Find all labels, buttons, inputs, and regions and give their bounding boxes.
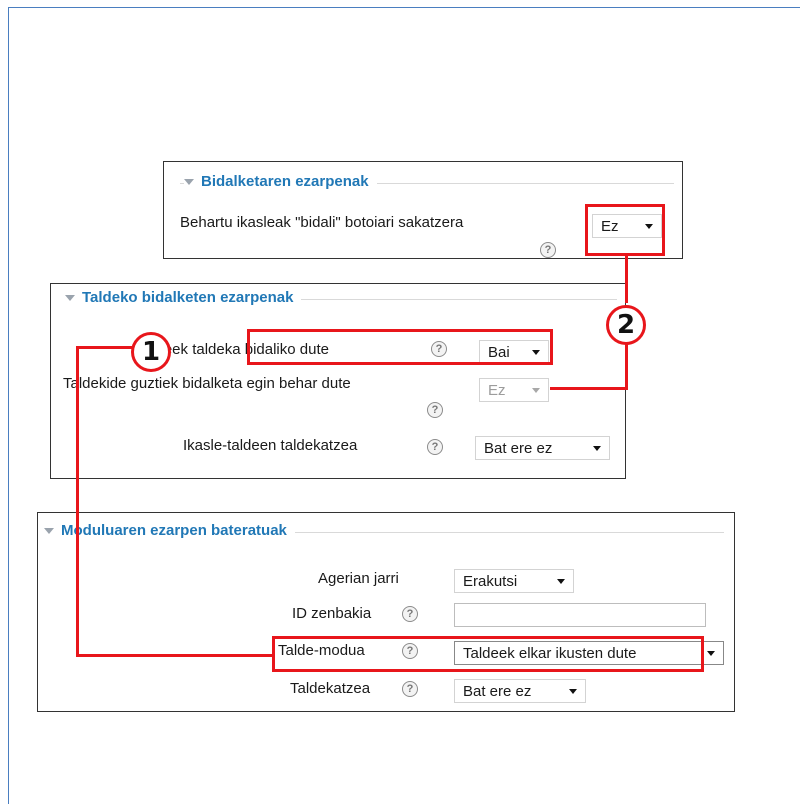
legend-title: Taldeko bidalketen ezarpenak <box>82 289 294 306</box>
highlight-require-submit <box>585 204 665 256</box>
help-icon[interactable]: ? <box>427 402 443 418</box>
help-icon[interactable]: ? <box>540 242 556 258</box>
chevron-down-icon <box>569 689 577 694</box>
connector-line <box>76 346 79 657</box>
annotation-badge-2: 2 <box>606 305 646 345</box>
chevron-down-icon <box>593 446 601 451</box>
submission-settings-legend[interactable]: Bidalketaren ezarpenak <box>184 173 377 190</box>
grouping-select[interactable]: Bat ere ez <box>475 436 610 460</box>
require-submit-label: Behartu ikasleak "bidali" botoiari sakat… <box>180 214 464 231</box>
connector-line <box>550 387 628 390</box>
grouping-label: Taldekatzea <box>290 680 371 697</box>
collapse-triangle-icon <box>65 294 75 301</box>
chevron-down-icon <box>557 579 565 584</box>
legend-title: Bidalketaren ezarpenak <box>201 173 369 190</box>
group-submission-settings-legend[interactable]: Taldeko bidalketen ezarpenak <box>65 289 302 306</box>
visible-label: Agerian jarri <box>318 570 399 587</box>
highlight-groupmode <box>272 636 704 672</box>
connector-line <box>78 346 133 349</box>
help-icon[interactable]: ? <box>402 606 418 622</box>
connector-line <box>625 342 628 390</box>
collapse-triangle-icon <box>184 178 194 185</box>
all-members-select[interactable]: Ez <box>479 378 549 402</box>
connector-line <box>625 256 628 303</box>
highlight-team-submission <box>247 329 553 365</box>
chevron-down-icon <box>532 388 540 393</box>
grouping-value: Bat ere ez <box>463 682 532 700</box>
legend-title: Moduluaren ezarpen bateratuak <box>61 522 287 539</box>
collapse-triangle-icon <box>44 527 54 534</box>
grouping-select[interactable]: Bat ere ez <box>454 679 586 703</box>
grouping-value: Bat ere ez <box>484 439 553 457</box>
common-module-settings-legend[interactable]: Moduluaren ezarpen bateratuak <box>44 522 295 539</box>
common-module-settings-panel: Moduluaren ezarpen bateratuak Agerian ja… <box>37 512 735 712</box>
grouping-label: Ikasle-taldeen taldekatzea <box>183 437 358 454</box>
annotation-badge-1: 1 <box>131 332 171 372</box>
idnumber-label: ID zenbakia <box>292 605 372 622</box>
group-submission-settings-panel: Taldeko bidalketen ezarpenak Ikasleek ta… <box>50 283 626 479</box>
chevron-down-icon <box>707 651 715 656</box>
visible-select[interactable]: Erakutsi <box>454 569 574 593</box>
connector-line <box>76 654 274 657</box>
help-icon[interactable]: ? <box>402 681 418 697</box>
help-icon[interactable]: ? <box>427 439 443 455</box>
all-members-value: Ez <box>488 381 506 399</box>
visible-value: Erakutsi <box>463 572 518 590</box>
all-members-label: Taldekide guztiek bidalketa egin behar d… <box>63 375 351 392</box>
idnumber-input[interactable] <box>454 603 706 627</box>
